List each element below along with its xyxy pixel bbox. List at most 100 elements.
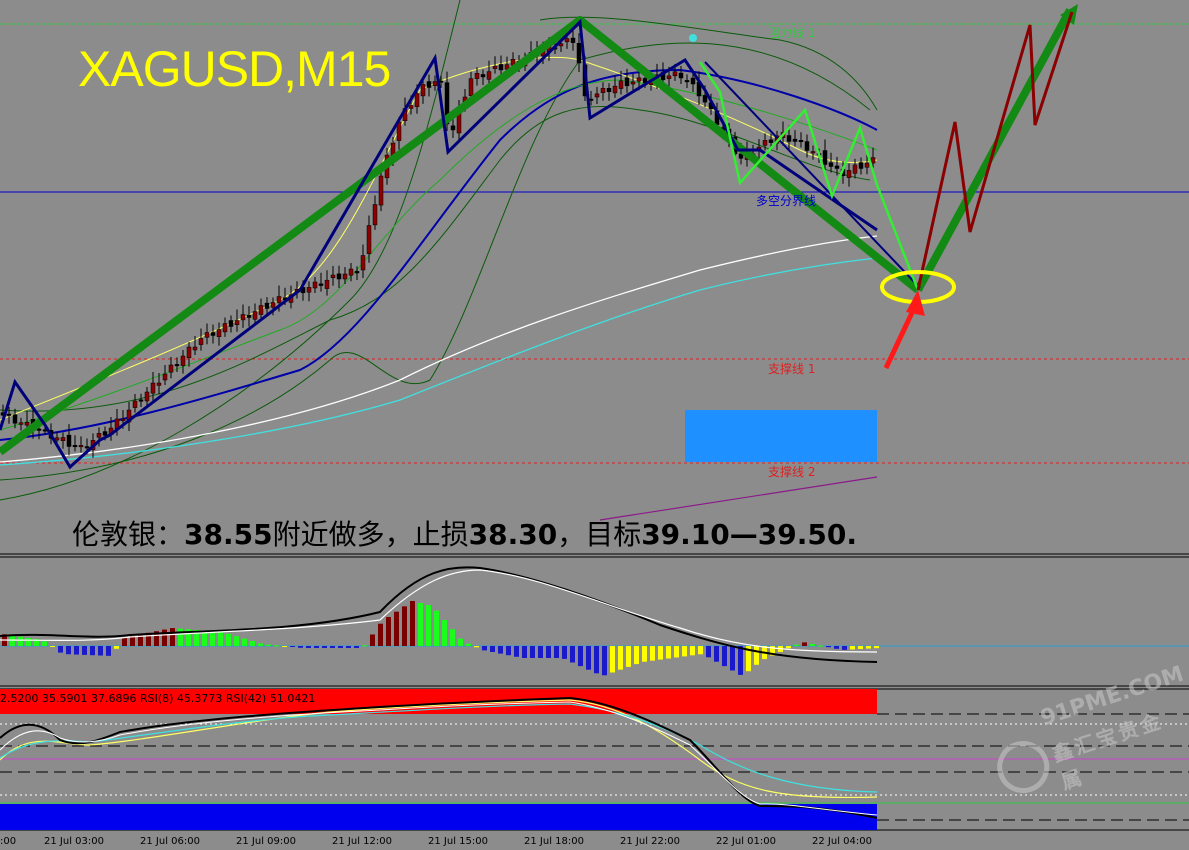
- candle-body: [18, 422, 24, 425]
- support-2-label: 支撑线 2: [768, 465, 816, 479]
- macd-bar: [338, 646, 343, 648]
- macd-bar: [210, 631, 215, 646]
- macd-bar: [690, 646, 695, 656]
- macd-bar: [786, 646, 791, 649]
- macd-bar: [866, 646, 871, 649]
- candle-body: [66, 434, 72, 447]
- candle-body: [318, 283, 324, 286]
- candle-body: [612, 85, 618, 94]
- macd-bar: [434, 610, 439, 646]
- macd-bar: [114, 646, 119, 649]
- pivot-label: 多空分界线: [756, 194, 817, 208]
- candle-body: [204, 332, 210, 338]
- advice-target: 39.10—39.50.: [641, 518, 857, 551]
- macd-bar: [90, 646, 95, 656]
- macd-bar: [10, 635, 15, 646]
- candle-body: [24, 422, 30, 426]
- macd-histogram: [2, 601, 879, 676]
- macd-bar: [346, 646, 351, 648]
- candle-body: [198, 338, 204, 345]
- symbol-title: XAGUSD,M15: [78, 41, 391, 97]
- time-tick: 21 Jul 09:00: [236, 836, 296, 847]
- candle-body: [228, 320, 234, 327]
- candle-body: [672, 71, 678, 77]
- candle-body: [84, 446, 90, 449]
- candle-body: [450, 125, 456, 131]
- rsi-readout: 2.5200 35.5901 37.6896 RSI(8) 45.3773 RS…: [0, 692, 316, 705]
- macd-bar: [706, 646, 711, 658]
- candle-body: [12, 414, 18, 424]
- candle-body: [324, 279, 330, 289]
- macd-bar: [250, 641, 255, 646]
- macd-bar: [98, 646, 103, 656]
- candle-body: [606, 88, 612, 92]
- candle-body: [348, 268, 354, 276]
- candle-body: [132, 400, 138, 408]
- macd-bar: [730, 646, 735, 671]
- macd-bar: [874, 646, 879, 649]
- macd-bar: [618, 646, 623, 670]
- candle-body: [6, 413, 12, 416]
- zigzag-green: [698, 61, 920, 291]
- candle-body: [72, 445, 78, 448]
- candle-body: [480, 74, 486, 78]
- macd-bar: [850, 646, 855, 650]
- candle-body: [276, 296, 282, 303]
- candle-body: [60, 437, 66, 441]
- macd-bar: [82, 646, 87, 655]
- support-1-label: 支撑线 1: [768, 362, 816, 376]
- candle-body: [624, 77, 630, 87]
- macd-bar: [274, 645, 279, 647]
- candle-body: [234, 320, 240, 325]
- candle-body: [138, 399, 144, 402]
- macd-bar: [402, 606, 407, 646]
- macd-bar: [826, 646, 831, 648]
- macd-bar: [538, 646, 543, 658]
- candle-body: [342, 273, 348, 280]
- ma-green: [0, 79, 878, 431]
- macd-bar: [266, 644, 271, 646]
- macd-bar: [642, 646, 647, 662]
- macd-bar: [242, 638, 247, 646]
- macd-bar: [450, 629, 455, 646]
- macd-bar: [378, 623, 383, 646]
- macd-bar: [586, 646, 591, 670]
- macd-bar: [330, 646, 335, 648]
- time-tick: :00: [0, 836, 17, 847]
- time-tick: 22 Jul 01:00: [716, 836, 776, 847]
- time-tick: 21 Jul 18:00: [524, 836, 584, 847]
- candle-body: [216, 329, 222, 337]
- macd-bar: [522, 646, 527, 658]
- candle-body: [222, 323, 228, 333]
- candle-body: [168, 364, 174, 373]
- candle-body: [834, 165, 840, 169]
- candle-body: [828, 162, 834, 167]
- candle-body: [96, 433, 102, 438]
- macd-bar: [458, 638, 463, 646]
- macd-bar: [818, 645, 823, 647]
- macd-bar: [754, 646, 759, 665]
- macd-bar: [658, 646, 663, 660]
- candle-body: [486, 71, 492, 80]
- macd-bar: [562, 646, 567, 659]
- candle-body: [78, 445, 84, 448]
- macd-bar: [570, 646, 575, 663]
- macd-bar: [634, 646, 639, 665]
- macd-bar: [514, 646, 519, 657]
- macd-bar: [170, 628, 175, 646]
- macd-bar: [546, 646, 551, 658]
- time-tick: 21 Jul 22:00: [620, 836, 680, 847]
- candle-body: [420, 84, 426, 97]
- candle-body: [414, 93, 420, 107]
- macd-bar: [370, 634, 375, 646]
- macd-bar: [234, 636, 239, 646]
- candle-body: [786, 135, 792, 142]
- advice-prefix: 伦敦银：: [72, 518, 185, 551]
- candle-body: [192, 346, 198, 351]
- candle-body: [864, 162, 870, 168]
- candle-body: [186, 346, 192, 359]
- rsi-42-line: [0, 703, 878, 793]
- macd-bar: [466, 643, 471, 646]
- candle-body: [690, 77, 696, 85]
- macd-bar: [530, 646, 535, 658]
